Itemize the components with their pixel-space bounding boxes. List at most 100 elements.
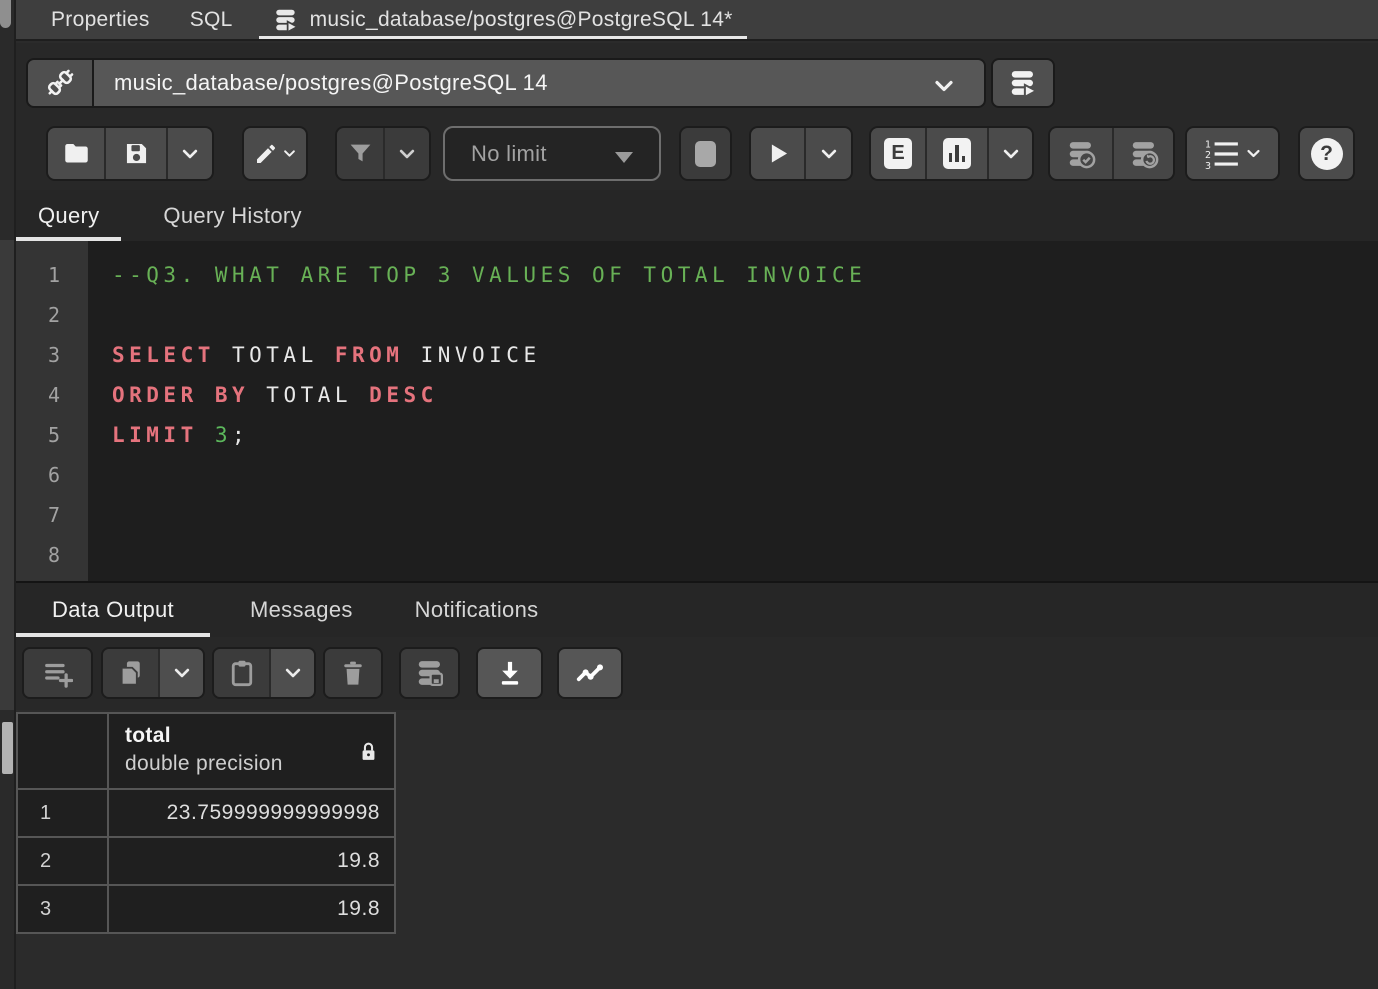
code-line[interactable]: ORDER BY TOTAL DESC [112, 375, 1378, 415]
tab-notifications-label: Notifications [415, 597, 539, 623]
save-button[interactable] [104, 128, 166, 179]
tab-query-tool-label: music_database/postgres@PostgreSQL 14* [310, 8, 733, 32]
code-line[interactable]: LIMIT 3; [112, 415, 1378, 455]
help-button-group: ? [1298, 126, 1355, 181]
copy-pages-icon [117, 659, 145, 687]
tab-query[interactable]: Query [16, 190, 121, 241]
row-number-cell[interactable]: 1 [18, 790, 107, 836]
help-button[interactable]: ? [1300, 128, 1353, 179]
download-arrow-icon [496, 659, 524, 687]
explain-analyze-button[interactable] [925, 128, 987, 179]
code-token-plain: INVOICE [403, 343, 540, 367]
paste-button[interactable] [214, 649, 269, 697]
edit-menu-group [242, 126, 308, 181]
copy-menu-button[interactable] [158, 649, 203, 697]
left-splitter[interactable] [0, 0, 16, 989]
tab-properties[interactable]: Properties [35, 0, 166, 39]
filter-menu-button[interactable] [383, 128, 429, 179]
explain-button[interactable]: E [871, 128, 925, 179]
sql-editor[interactable]: 12345678 --Q3. WHAT ARE TOP 3 VALUES OF … [16, 241, 1378, 581]
tab-query-tool[interactable]: music_database/postgres@PostgreSQL 14* [259, 0, 747, 39]
main-tab-bar: Properties SQL music_database/postgres@P… [16, 0, 1378, 41]
save-menu-button[interactable] [166, 128, 212, 179]
code-token-keyword: LIMIT [112, 423, 198, 447]
explain-analyze-chart-icon [943, 138, 971, 169]
tab-query-history-label: Query History [163, 203, 301, 229]
lock-icon [359, 740, 378, 764]
execute-button[interactable] [751, 128, 804, 179]
code-line[interactable] [112, 455, 1378, 495]
folder-icon [63, 140, 90, 167]
splitter-handle[interactable] [2, 722, 13, 774]
code-token-comment: --Q3. WHAT ARE TOP 3 VALUES OF TOTAL INV… [112, 263, 866, 287]
paste-menu-button[interactable] [269, 649, 314, 697]
chevron-down-icon [282, 146, 297, 161]
filter-button[interactable] [337, 128, 383, 179]
code-line[interactable]: --Q3. WHAT ARE TOP 3 VALUES OF TOTAL INV… [112, 255, 1378, 295]
chevron-down-icon [283, 663, 303, 683]
pgadmin-query-tool-window: Properties SQL music_database/postgres@P… [0, 0, 1378, 989]
tab-sql[interactable]: SQL [174, 0, 249, 39]
clipboard-icon [228, 659, 256, 687]
editor-code[interactable]: --Q3. WHAT ARE TOP 3 VALUES OF TOTAL INV… [88, 241, 1378, 581]
download-group [476, 647, 543, 699]
copy-button[interactable] [103, 649, 158, 697]
code-token-plain [198, 423, 215, 447]
line-number: 5 [16, 415, 88, 455]
svg-text:3: 3 [1205, 160, 1211, 169]
delete-row-button[interactable] [325, 649, 381, 697]
query-toolbar: No limit E [30, 126, 1355, 181]
code-token-number: 3 [215, 423, 232, 447]
explain-e-icon: E [884, 138, 912, 169]
query-tab-bar: Query Query History [16, 190, 1378, 241]
download-csv-button[interactable] [478, 649, 541, 697]
svg-text:2: 2 [1205, 150, 1211, 161]
execute-menu-button[interactable] [804, 128, 851, 179]
tab-query-history[interactable]: Query History [141, 190, 323, 241]
total-value-cell[interactable]: 19.8 [109, 886, 394, 932]
graph-visualiser-button[interactable] [559, 649, 621, 697]
line-number: 7 [16, 495, 88, 535]
database-save-icon [415, 658, 445, 688]
new-connection-button[interactable] [991, 58, 1055, 108]
explain-menu-button[interactable] [987, 128, 1032, 179]
add-row-button[interactable] [24, 649, 91, 697]
rollback-button[interactable] [1112, 128, 1173, 179]
commit-button[interactable] [1050, 128, 1112, 179]
rows-limit-value: No limit [445, 141, 547, 167]
corner-header-cell[interactable] [18, 714, 107, 788]
floppy-disk-icon [123, 140, 150, 167]
code-line[interactable] [112, 295, 1378, 335]
code-line[interactable] [112, 535, 1378, 575]
graph-group [557, 647, 623, 699]
code-line[interactable] [112, 495, 1378, 535]
code-token-keyword: FROM [335, 343, 404, 367]
code-token-plain: TOTAL [215, 343, 335, 367]
code-token-plain: ; [232, 423, 249, 447]
numbered-list-icon: 1 2 3 [1204, 138, 1240, 170]
connection-selector[interactable]: music_database/postgres@PostgreSQL 14 [92, 58, 986, 108]
macros-button-group: 1 2 3 [1185, 126, 1280, 181]
total-value-cell[interactable]: 19.8 [109, 838, 394, 884]
tab-notifications[interactable]: Notifications [393, 583, 561, 637]
tab-data-output[interactable]: Data Output [16, 583, 210, 637]
paste-group [212, 647, 316, 699]
row-number-cell[interactable]: 3 [18, 886, 107, 932]
query-tool-database-icon [273, 7, 299, 33]
row-number-cell[interactable]: 2 [18, 838, 107, 884]
code-line[interactable]: SELECT TOTAL FROM INVOICE [112, 335, 1378, 375]
column-header-total[interactable]: total double precision [109, 714, 394, 788]
stop-button[interactable] [681, 128, 730, 179]
line-number: 6 [16, 455, 88, 495]
output-tab-bar: Data Output Messages Notifications [16, 581, 1378, 637]
connection-status-button[interactable] [26, 58, 92, 108]
open-file-button[interactable] [48, 128, 104, 179]
line-number: 4 [16, 375, 88, 415]
rows-limit-select[interactable]: No limit [443, 126, 661, 181]
total-value-cell[interactable]: 23.759999999999998 [109, 790, 394, 836]
macros-button[interactable]: 1 2 3 [1187, 128, 1278, 179]
tab-messages[interactable]: Messages [228, 583, 375, 637]
tab-sql-label: SQL [190, 8, 233, 32]
save-data-changes-button[interactable] [401, 649, 458, 697]
edit-menu-button[interactable] [244, 128, 306, 179]
